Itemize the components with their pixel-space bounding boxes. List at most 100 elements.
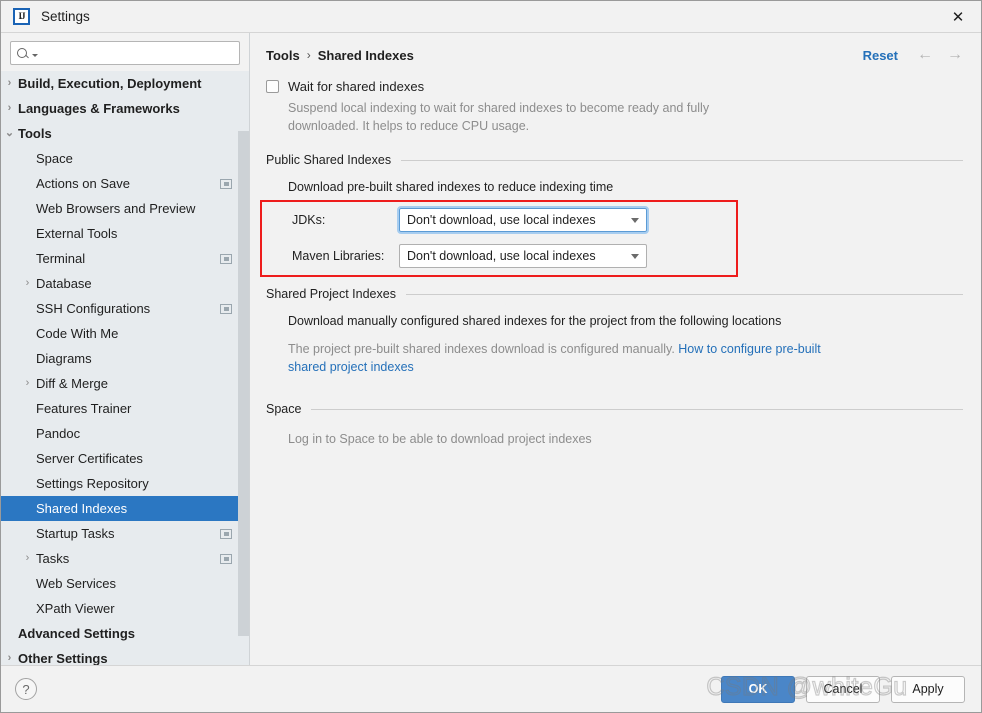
- chevron-right-icon: ›: [21, 503, 34, 514]
- chevron-right-icon[interactable]: ›: [21, 278, 34, 289]
- dialog-body: › Build, Execution, Deployment › Languages …: [1, 33, 981, 665]
- sidebar-item-shared-indexes[interactable]: ›Shared Indexes: [1, 496, 249, 521]
- sidebar-item-label: Features Trainer: [36, 401, 132, 416]
- dialog-footer: ? OK Cancel Apply: [1, 665, 981, 712]
- project-scope-icon: [220, 528, 232, 539]
- sidebar-item-pandoc[interactable]: ›Pandoc: [1, 421, 249, 446]
- settings-tree[interactable]: › Build, Execution, Deployment › Languages …: [1, 71, 249, 665]
- chevron-down-icon[interactable]: [631, 217, 639, 223]
- sidebar-item-code-with-me[interactable]: ›Code With Me: [1, 321, 249, 346]
- chevron-right-icon: ›: [21, 253, 34, 264]
- project-scope-icon: [220, 553, 232, 564]
- dropdown-selected-value: Don't download, use local indexes: [407, 213, 596, 227]
- public-shared-indexes-description: Download pre-built shared indexes to red…: [288, 180, 614, 194]
- chevron-right-icon[interactable]: ›: [21, 378, 34, 389]
- shared-project-indexes-note: The project pre-built shared indexes dow…: [288, 340, 828, 376]
- project-scope-icon: [220, 303, 232, 314]
- section-divider: [405, 293, 963, 295]
- sidebar-item-label: Database: [36, 276, 92, 291]
- maven-libraries-dropdown[interactable]: Don't download, use local indexes: [399, 244, 647, 268]
- breadcrumb-separator-icon: ›: [306, 48, 311, 62]
- chevron-right-icon: ›: [21, 153, 34, 164]
- sidebar-item-label: Pandoc: [36, 426, 81, 441]
- chevron-right-icon[interactable]: ›: [3, 653, 16, 664]
- chevron-right-icon: ›: [21, 353, 34, 364]
- sidebar-item-label: Terminal: [36, 251, 86, 266]
- chevron-down-icon[interactable]: ⌄: [3, 128, 16, 139]
- search-icon: [17, 47, 30, 60]
- shared-project-indexes-section-header: Shared Project Indexes: [266, 287, 963, 301]
- chevron-down-icon[interactable]: [631, 253, 639, 259]
- title-bar: IJ Settings ✕: [1, 1, 981, 33]
- project-scope-icon: [220, 178, 232, 189]
- sidebar-item-database[interactable]: › Database: [1, 271, 249, 296]
- search-box[interactable]: [10, 41, 240, 65]
- forward-arrow-icon[interactable]: →: [947, 47, 963, 63]
- sidebar-item-xpath-viewer[interactable]: ›XPath Viewer: [1, 596, 249, 621]
- shared-project-indexes-note-prefix: The project pre-built shared indexes dow…: [288, 342, 679, 356]
- chevron-right-icon[interactable]: ›: [3, 78, 16, 89]
- sidebar-item-languages-frameworks[interactable]: › Languages & Frameworks: [1, 96, 249, 121]
- chevron-right-icon: ›: [21, 403, 34, 414]
- space-section-header: Space: [266, 402, 963, 416]
- sidebar-item-actions-on-save[interactable]: ›Actions on Save: [1, 171, 249, 196]
- help-icon[interactable]: ?: [15, 678, 37, 700]
- jdks-dropdown[interactable]: Don't download, use local indexes: [397, 206, 649, 234]
- wait-for-shared-indexes-checkbox[interactable]: [266, 80, 279, 93]
- chevron-right-icon: ›: [21, 228, 34, 239]
- sidebar-scrollbar[interactable]: [238, 33, 249, 665]
- sidebar-scrollbar-thumb[interactable]: [238, 131, 249, 636]
- sidebar-item-label: Diagrams: [36, 351, 92, 366]
- chevron-right-icon: ›: [21, 428, 34, 439]
- sidebar-item-label: SSH Configurations: [36, 301, 151, 316]
- sidebar-item-label: Code With Me: [36, 326, 119, 341]
- sidebar-item-space[interactable]: ›Space: [1, 146, 249, 171]
- chevron-right-icon: ›: [21, 203, 34, 214]
- public-shared-indexes-title: Public Shared Indexes: [266, 153, 392, 167]
- shared-index-row: JDKs: Don't download, use local indexes: [292, 206, 963, 234]
- back-arrow-icon[interactable]: ←: [917, 47, 933, 63]
- sidebar-item-settings-repository[interactable]: ›Settings Repository: [1, 471, 249, 496]
- sidebar-item-tools[interactable]: ⌄ Tools: [1, 121, 249, 146]
- search-input[interactable]: [41, 46, 233, 60]
- ok-button[interactable]: OK: [721, 675, 795, 703]
- sidebar-item-label: XPath Viewer: [36, 601, 115, 616]
- wait-for-shared-indexes-hint: Suspend local indexing to wait for share…: [288, 101, 710, 133]
- apply-button[interactable]: Apply: [891, 675, 965, 703]
- sidebar-item-diagrams[interactable]: ›Diagrams: [1, 346, 249, 371]
- sidebar-item-build-execution-deployment[interactable]: › Build, Execution, Deployment: [1, 71, 249, 96]
- reset-button[interactable]: Reset: [863, 48, 898, 63]
- sidebar-item-other-settings[interactable]: › Other Settings: [1, 646, 249, 665]
- sidebar-item-server-certificates[interactable]: ›Server Certificates: [1, 446, 249, 471]
- chevron-right-icon: ›: [21, 603, 34, 614]
- sidebar-item-label: Diff & Merge: [36, 376, 109, 391]
- settings-sidebar: › Build, Execution, Deployment › Languages …: [1, 33, 250, 665]
- section-divider: [401, 159, 963, 161]
- sidebar-item-diff-merge[interactable]: › Diff & Merge: [1, 371, 249, 396]
- shared-index-row-label: Maven Libraries:: [292, 249, 385, 263]
- close-icon[interactable]: ✕: [935, 1, 981, 32]
- sidebar-item-advanced-settings[interactable]: ›Advanced Settings: [1, 621, 249, 646]
- sidebar-item-label: Startup Tasks: [36, 526, 115, 541]
- sidebar-item-terminal[interactable]: ›Terminal: [1, 246, 249, 271]
- space-section-description: Log in to Space to be able to download p…: [288, 432, 592, 446]
- public-shared-indexes-section-header: Public Shared Indexes: [266, 153, 963, 167]
- sidebar-item-external-tools[interactable]: ›External Tools: [1, 221, 249, 246]
- sidebar-item-label: Web Browsers and Preview: [36, 201, 196, 216]
- chevron-right-icon: ›: [21, 328, 34, 339]
- chevron-down-icon: [32, 53, 38, 57]
- chevron-right-icon[interactable]: ›: [21, 553, 34, 564]
- sidebar-item-tasks[interactable]: › Tasks: [1, 546, 249, 571]
- sidebar-item-web-browsers-and-preview[interactable]: ›Web Browsers and Preview: [1, 196, 249, 221]
- shared-index-row: Maven Libraries: Don't download, use loca…: [292, 243, 963, 269]
- sidebar-item-label: Tasks: [36, 551, 70, 566]
- sidebar-item-web-services[interactable]: ›Web Services: [1, 571, 249, 596]
- chevron-right-icon: ›: [21, 528, 34, 539]
- sidebar-item-startup-tasks[interactable]: ›Startup Tasks: [1, 521, 249, 546]
- sidebar-item-ssh-configurations[interactable]: ›SSH Configurations: [1, 296, 249, 321]
- sidebar-item-features-trainer[interactable]: ›Features Trainer: [1, 396, 249, 421]
- wait-for-shared-indexes-row: Wait for shared indexes: [266, 79, 963, 94]
- breadcrumb-root[interactable]: Tools: [266, 48, 300, 63]
- cancel-button[interactable]: Cancel: [806, 675, 880, 703]
- chevron-right-icon[interactable]: ›: [3, 103, 16, 114]
